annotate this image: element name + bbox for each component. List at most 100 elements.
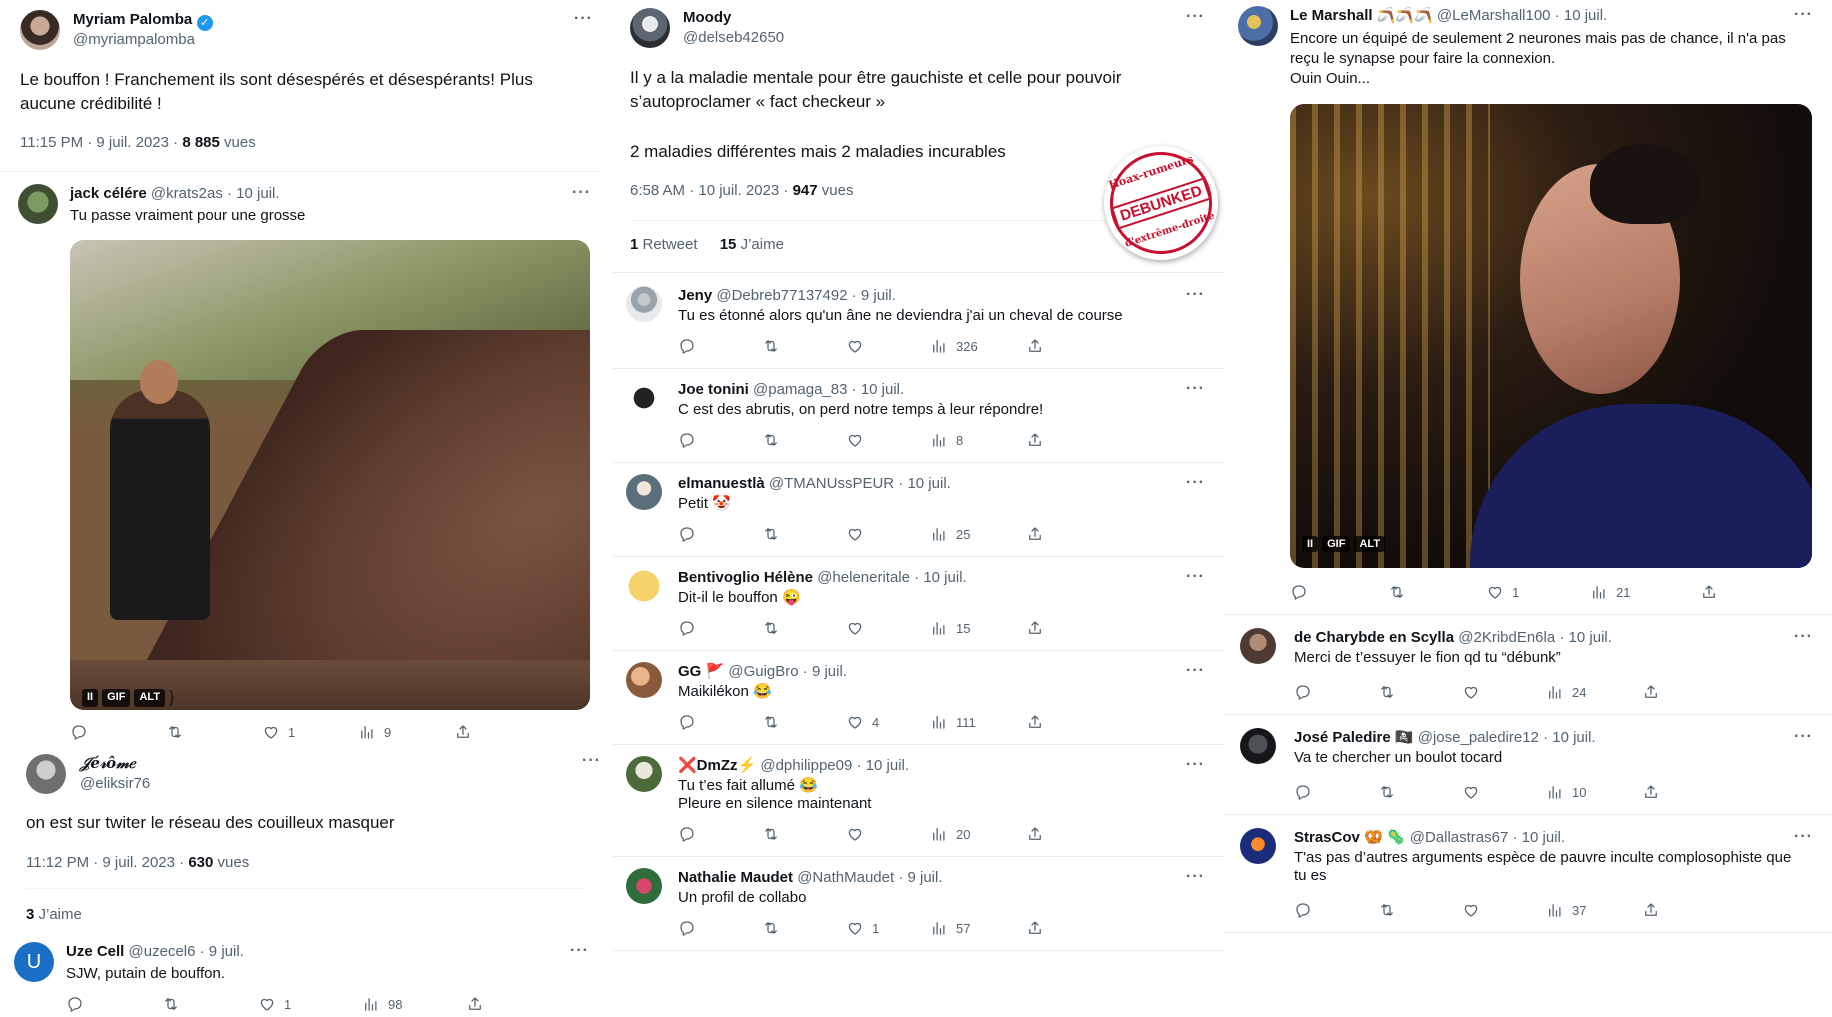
tweet-date[interactable]: · 9 juil. [200,943,244,960]
like-button[interactable]: 1 [1486,582,1590,602]
pause-icon[interactable]: II [1302,536,1319,552]
tweet-timestamp[interactable]: 11:12 PM · 9 juil. 2023 · 630 vues [26,854,249,871]
author-name[interactable]: GG 🚩 [678,663,724,680]
likes-count[interactable]: 3 J’aime [26,906,82,923]
author-handle[interactable]: @dphilippe09 [760,757,852,774]
author-handle[interactable]: @uzecel6 [129,943,196,960]
like-button[interactable]: 4 [846,712,930,732]
reply-button[interactable] [1294,682,1378,702]
author-handle[interactable]: @NathMaudet [797,869,894,886]
reply-tweet[interactable]: StrasCov 🥨 🦠 @Dallastras67 · 10 juil. ··… [1224,820,1832,934]
author-handle[interactable]: @GuigBro [728,663,798,680]
reply-tweet[interactable]: Nathalie Maudet @NathMaudet · 9 juil. ··… [612,860,1224,952]
author-handle[interactable]: @myriampalomba [73,31,195,48]
more-icon[interactable]: ··· [1794,6,1813,24]
reply-button[interactable] [678,336,762,356]
reply-tweet[interactable]: elmanuestlà @TMANUssPEUR · 10 juil. ··· … [612,466,1224,558]
avatar[interactable] [20,10,60,50]
retweet-button[interactable] [1388,582,1486,602]
author-name[interactable]: ❌DmZz⚡ [678,757,756,774]
tweet-date[interactable]: · 10 juil. [1559,629,1612,646]
author-handle[interactable]: @eliksir76 [80,775,150,792]
reply-button[interactable] [1294,782,1378,802]
like-button[interactable] [846,824,930,844]
tweet-date[interactable]: · 10 juil. [1555,7,1608,24]
views-button[interactable]: 8 [930,430,1026,450]
reply-button[interactable] [1294,900,1378,920]
author-name[interactable]: jack célére [70,185,147,202]
tweet-date[interactable]: · 9 juil. [803,663,847,680]
reply-button[interactable] [70,722,166,742]
reply-tweet[interactable]: de Charybde en Scylla @2KribdEn6la · 10 … [1224,620,1832,716]
avatar[interactable] [630,8,670,48]
more-icon[interactable]: ··· [1186,380,1205,398]
views-button[interactable]: 21 [1590,582,1700,602]
author-name[interactable]: Jeny [678,287,712,304]
author-name[interactable]: José Paledire 🏴‍☠️ [1294,729,1414,746]
retweet-button[interactable] [762,712,846,732]
retweet-button[interactable] [762,336,846,356]
author-name[interactable]: Joe tonini [678,381,749,398]
avatar[interactable] [1240,828,1276,864]
retweet-button[interactable] [762,524,846,544]
share-button[interactable] [1642,900,1660,920]
author-handle[interactable]: @krats2as [151,185,223,202]
more-icon[interactable]: ··· [1186,474,1205,492]
reply-tweet[interactable]: Joe tonini @pamaga_83 · 10 juil. ··· C e… [612,372,1224,464]
avatar[interactable] [18,184,58,224]
reply-button[interactable] [1290,582,1388,602]
author-handle[interactable]: @pamaga_83 [753,381,847,398]
views-button[interactable]: 20 [930,824,1026,844]
views-button[interactable]: 111 [930,712,1026,732]
retweet-button[interactable] [162,994,258,1014]
main-tweet-jerome[interactable]: 𝒥é𝓇ô𝓂𝑒 @eliksir76 ··· on est sur twiter … [8,748,604,934]
views-button[interactable]: 57 [930,918,1026,938]
avatar[interactable] [626,756,662,792]
reply-tweet[interactable]: Bentivoglio Hélène @heleneritale · 10 ju… [612,560,1224,652]
author-name[interactable]: de Charybde en Scylla [1294,629,1454,646]
more-icon[interactable]: ··· [570,942,589,960]
tweet-date[interactable]: · 10 juil. [852,381,905,398]
tweet-date[interactable]: · 9 juil. [898,869,942,886]
reply-button[interactable] [678,618,762,638]
like-button[interactable]: 1 [262,722,358,742]
author-handle[interactable]: @heleneritale [817,569,910,586]
retweet-button[interactable] [1378,782,1462,802]
avatar[interactable] [1238,6,1278,46]
alt-text-button[interactable]: ALT [134,689,166,707]
more-icon[interactable]: ··· [574,10,593,28]
share-button[interactable] [1700,582,1718,602]
tweet-date[interactable]: · 10 juil. [898,475,951,492]
gif-media[interactable] [70,240,590,710]
views-button[interactable]: 15 [930,618,1026,638]
share-button[interactable] [1026,712,1044,732]
author-name[interactable]: Le Marshall 🪃🪃🪃 [1290,7,1433,24]
more-icon[interactable]: ··· [1794,828,1813,846]
tweet-date[interactable]: · 10 juil. [1543,729,1596,746]
main-tweet-myriam[interactable]: Myriam Palomba ✓ @myriampalomba ··· Le b… [0,0,612,170]
more-icon[interactable]: ··· [582,752,601,770]
reply-tweet-uze[interactable]: U Uze Cell @uzecel6 · 9 juil. ··· SJW, p… [0,934,612,1017]
share-button[interactable] [1026,824,1044,844]
share-button[interactable] [454,722,472,742]
more-icon[interactable]: ··· [1186,756,1205,774]
avatar[interactable] [626,868,662,904]
alt-text-button[interactable]: ALT [1354,536,1386,552]
views-button[interactable]: 98 [362,994,466,1014]
retweet-button[interactable] [166,722,262,742]
more-icon[interactable]: ··· [1794,628,1813,646]
retweet-button[interactable] [1378,682,1462,702]
tweet-timestamp[interactable]: 6:58 AM · 10 juil. 2023 · 947 vues [630,182,853,199]
author-name[interactable]: Uze Cell [66,943,124,960]
avatar[interactable]: U [14,942,54,982]
like-button[interactable] [1462,782,1546,802]
retweet-button[interactable] [762,918,846,938]
author-name[interactable]: Moody [683,9,731,26]
reply-tweet[interactable]: José Paledire 🏴‍☠️ @jose_paledire12 · 10… [1224,720,1832,816]
reply-tweet-jack[interactable]: jack célére @krats2as · 10 juil. ··· Tu … [0,176,612,748]
author-handle[interactable]: @jose_paledire12 [1418,729,1539,746]
like-button[interactable]: 1 [846,918,930,938]
share-button[interactable] [1026,618,1044,638]
like-button[interactable] [846,524,930,544]
retweet-button[interactable] [762,618,846,638]
